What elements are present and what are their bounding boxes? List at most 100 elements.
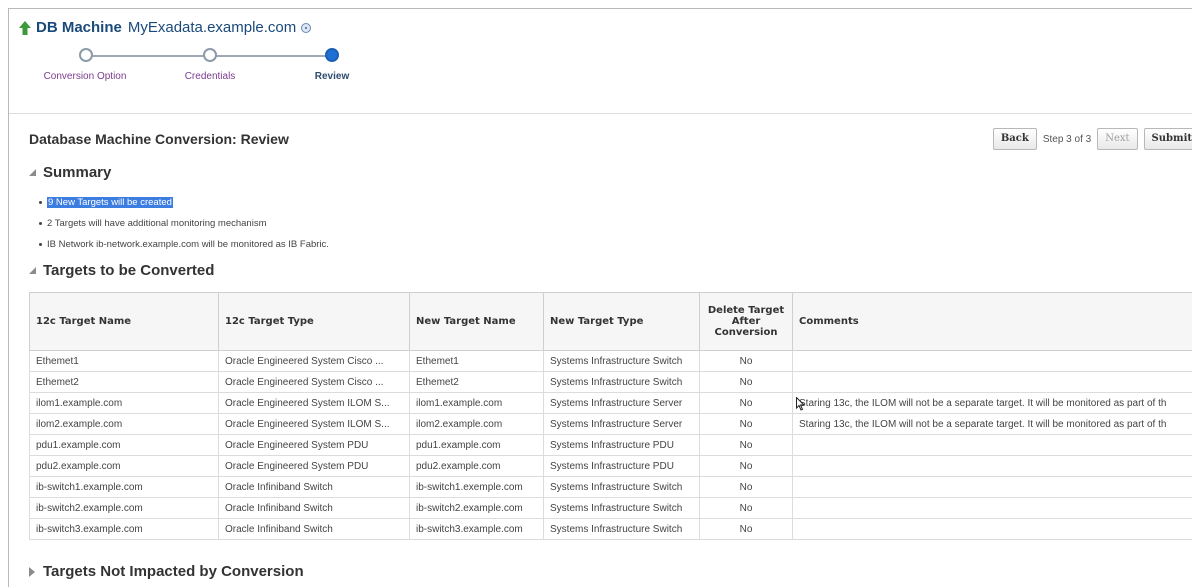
targets-table: 12c Target Name 12c Target Type New Targ… bbox=[29, 292, 1192, 540]
new-target-type-cell: Systems Infrastructure Switch bbox=[543, 518, 700, 540]
comments-cell bbox=[792, 497, 1192, 519]
delete-target-cell: No bbox=[699, 413, 793, 435]
delete-target-cell: No bbox=[699, 392, 793, 414]
comments-cell bbox=[792, 455, 1192, 477]
delete-target-cell: No bbox=[699, 476, 793, 498]
comments-cell bbox=[792, 476, 1192, 498]
target-type-cell: Oracle Engineered System Cisco ... bbox=[218, 371, 410, 393]
target-type-cell: Oracle Engineered System ILOM S... bbox=[218, 413, 410, 435]
up-arrow-icon bbox=[19, 20, 31, 35]
table-row[interactable]: Ethemet2 Oracle Engineered System Cisco .… bbox=[29, 371, 1192, 393]
target-type-cell: Oracle Infiniband Switch bbox=[218, 518, 410, 540]
new-target-name-cell: ib-switch2.example.com bbox=[409, 497, 544, 519]
target-type-label: DB Machine bbox=[36, 19, 122, 36]
target-name-cell: ilom1.example.com bbox=[29, 392, 219, 414]
new-target-name-cell: ilom1.example.com bbox=[409, 392, 544, 414]
table-row[interactable]: ilom2.example.com Oracle Engineered Syste… bbox=[29, 413, 1192, 435]
target-type-cell: Oracle Infiniband Switch bbox=[218, 476, 410, 498]
comments-cell: Staring 13c, the ILOM will not be a sepa… bbox=[792, 413, 1192, 435]
page-frame: DB Machine MyExadata.example.com Convers… bbox=[8, 8, 1192, 587]
new-target-type-cell: Systems Infrastructure Server bbox=[543, 392, 700, 414]
new-target-type-cell: Systems Infrastructure Switch bbox=[543, 497, 700, 519]
target-name-cell: ib-switch2.example.com bbox=[29, 497, 219, 519]
summary-item-text: 9 New Targets will be created bbox=[47, 197, 173, 208]
column-header[interactable]: Delete Target After Conversion bbox=[699, 292, 793, 351]
new-target-name-cell: ib-switch1.exemple.com bbox=[409, 476, 544, 498]
new-target-type-cell: Systems Infrastructure PDU bbox=[543, 455, 700, 477]
expand-triangle-icon bbox=[29, 169, 36, 176]
new-target-name-cell: Ethemet2 bbox=[409, 371, 544, 393]
delete-target-cell: No bbox=[699, 497, 793, 519]
train-stop-credentials[interactable] bbox=[203, 48, 217, 62]
new-target-name-cell: pdu1.example.com bbox=[409, 434, 544, 456]
back-button[interactable]: Back bbox=[992, 128, 1037, 150]
table-row[interactable]: pdu1.example.com Oracle Engineered System… bbox=[29, 434, 1192, 456]
bullet-icon bbox=[39, 243, 42, 246]
column-header[interactable]: 12c Target Type bbox=[218, 292, 410, 351]
train-stepper: Conversion Option Credentials Review bbox=[39, 45, 349, 89]
table-row[interactable]: ib-switch3.example.com Oracle Infiniband … bbox=[29, 518, 1192, 540]
target-type-cell: Oracle Engineered System Cisco ... bbox=[218, 350, 410, 372]
summary-section-header[interactable]: Summary bbox=[29, 164, 111, 181]
train-label-conversion-option[interactable]: Conversion Option bbox=[44, 71, 127, 82]
comments-cell bbox=[792, 371, 1192, 393]
comments-cell bbox=[792, 434, 1192, 456]
new-target-name-cell: Ethemet1 bbox=[409, 350, 544, 372]
target-host-link[interactable]: MyExadata.example.com bbox=[128, 19, 296, 36]
summary-title: Summary bbox=[43, 164, 112, 181]
column-header[interactable]: New Target Name bbox=[409, 292, 544, 351]
delete-target-cell: No bbox=[699, 434, 793, 456]
target-name-cell: ib-switch1.example.com bbox=[29, 476, 219, 498]
target-name-cell: pdu1.example.com bbox=[29, 434, 219, 456]
target-type-cell: Oracle Engineered System PDU bbox=[218, 455, 410, 477]
summary-item-text: IB Network ib-network.example.com will b… bbox=[47, 239, 329, 250]
targets-title: Targets to be Converted bbox=[43, 262, 215, 279]
column-header[interactable]: New Target Type bbox=[543, 292, 700, 351]
info-icon[interactable] bbox=[301, 22, 312, 33]
comments-cell bbox=[792, 350, 1192, 372]
target-name-cell: Ethemet2 bbox=[29, 371, 219, 393]
delete-target-cell: No bbox=[699, 455, 793, 477]
new-target-type-cell: Systems Infrastructure PDU bbox=[543, 434, 700, 456]
submit-button[interactable]: Submit bbox=[1143, 128, 1192, 150]
targets-section-header[interactable]: Targets to be Converted bbox=[29, 262, 214, 279]
table-row[interactable]: Ethemet1 Oracle Engineered System Cisco .… bbox=[29, 350, 1192, 372]
train-stop-review bbox=[325, 48, 339, 62]
delete-target-cell: No bbox=[699, 518, 793, 540]
table-row[interactable]: ib-switch2.example.com Oracle Infiniband … bbox=[29, 497, 1192, 519]
column-header[interactable]: Comments bbox=[792, 292, 1192, 351]
expand-triangle-icon bbox=[29, 267, 36, 274]
summary-item: 2 Targets will have additional monitorin… bbox=[39, 213, 329, 234]
wizard-navigation: Back Step 3 of 3 Next Submit bbox=[992, 128, 1192, 150]
train-stop-conversion-option[interactable] bbox=[79, 48, 93, 62]
divider bbox=[9, 113, 1192, 114]
table-row[interactable]: pdu2.example.com Oracle Engineered System… bbox=[29, 455, 1192, 477]
not-impacted-section-header[interactable]: Targets Not Impacted by Conversion bbox=[29, 563, 304, 580]
new-target-type-cell: Systems Infrastructure Switch bbox=[543, 476, 700, 498]
target-type-cell: Oracle Engineered System ILOM S... bbox=[218, 392, 410, 414]
next-button[interactable]: Next bbox=[1097, 128, 1138, 150]
table-row[interactable]: ilom1.example.com Oracle Engineered Syste… bbox=[29, 392, 1192, 414]
new-target-name-cell: pdu2.example.com bbox=[409, 455, 544, 477]
target-header: DB Machine MyExadata.example.com bbox=[19, 19, 312, 36]
delete-target-cell: No bbox=[699, 350, 793, 372]
mouse-cursor-icon bbox=[796, 397, 805, 411]
new-target-name-cell: ib-switch3.example.com bbox=[409, 518, 544, 540]
summary-list: 9 New Targets will be created 2 Targets … bbox=[39, 192, 329, 255]
column-header[interactable]: 12c Target Name bbox=[29, 292, 219, 351]
target-name-cell: ilom2.example.com bbox=[29, 413, 219, 435]
train-label-credentials[interactable]: Credentials bbox=[185, 71, 236, 82]
new-target-name-cell: ilom2.example.com bbox=[409, 413, 544, 435]
comments-cell bbox=[792, 518, 1192, 540]
page-title: Database Machine Conversion: Review bbox=[29, 131, 289, 147]
target-type-cell: Oracle Infiniband Switch bbox=[218, 497, 410, 519]
summary-item-text: 2 Targets will have additional monitorin… bbox=[47, 218, 267, 229]
bullet-icon bbox=[39, 201, 42, 204]
table-row[interactable]: ib-switch1.example.com Oracle Infiniband … bbox=[29, 476, 1192, 498]
target-name-cell: pdu2.example.com bbox=[29, 455, 219, 477]
summary-item: IB Network ib-network.example.com will b… bbox=[39, 234, 329, 255]
target-name-cell: ib-switch3.example.com bbox=[29, 518, 219, 540]
step-indicator: Step 3 of 3 bbox=[1042, 133, 1092, 145]
summary-item: 9 New Targets will be created bbox=[39, 192, 329, 213]
collapse-triangle-icon bbox=[29, 566, 35, 577]
